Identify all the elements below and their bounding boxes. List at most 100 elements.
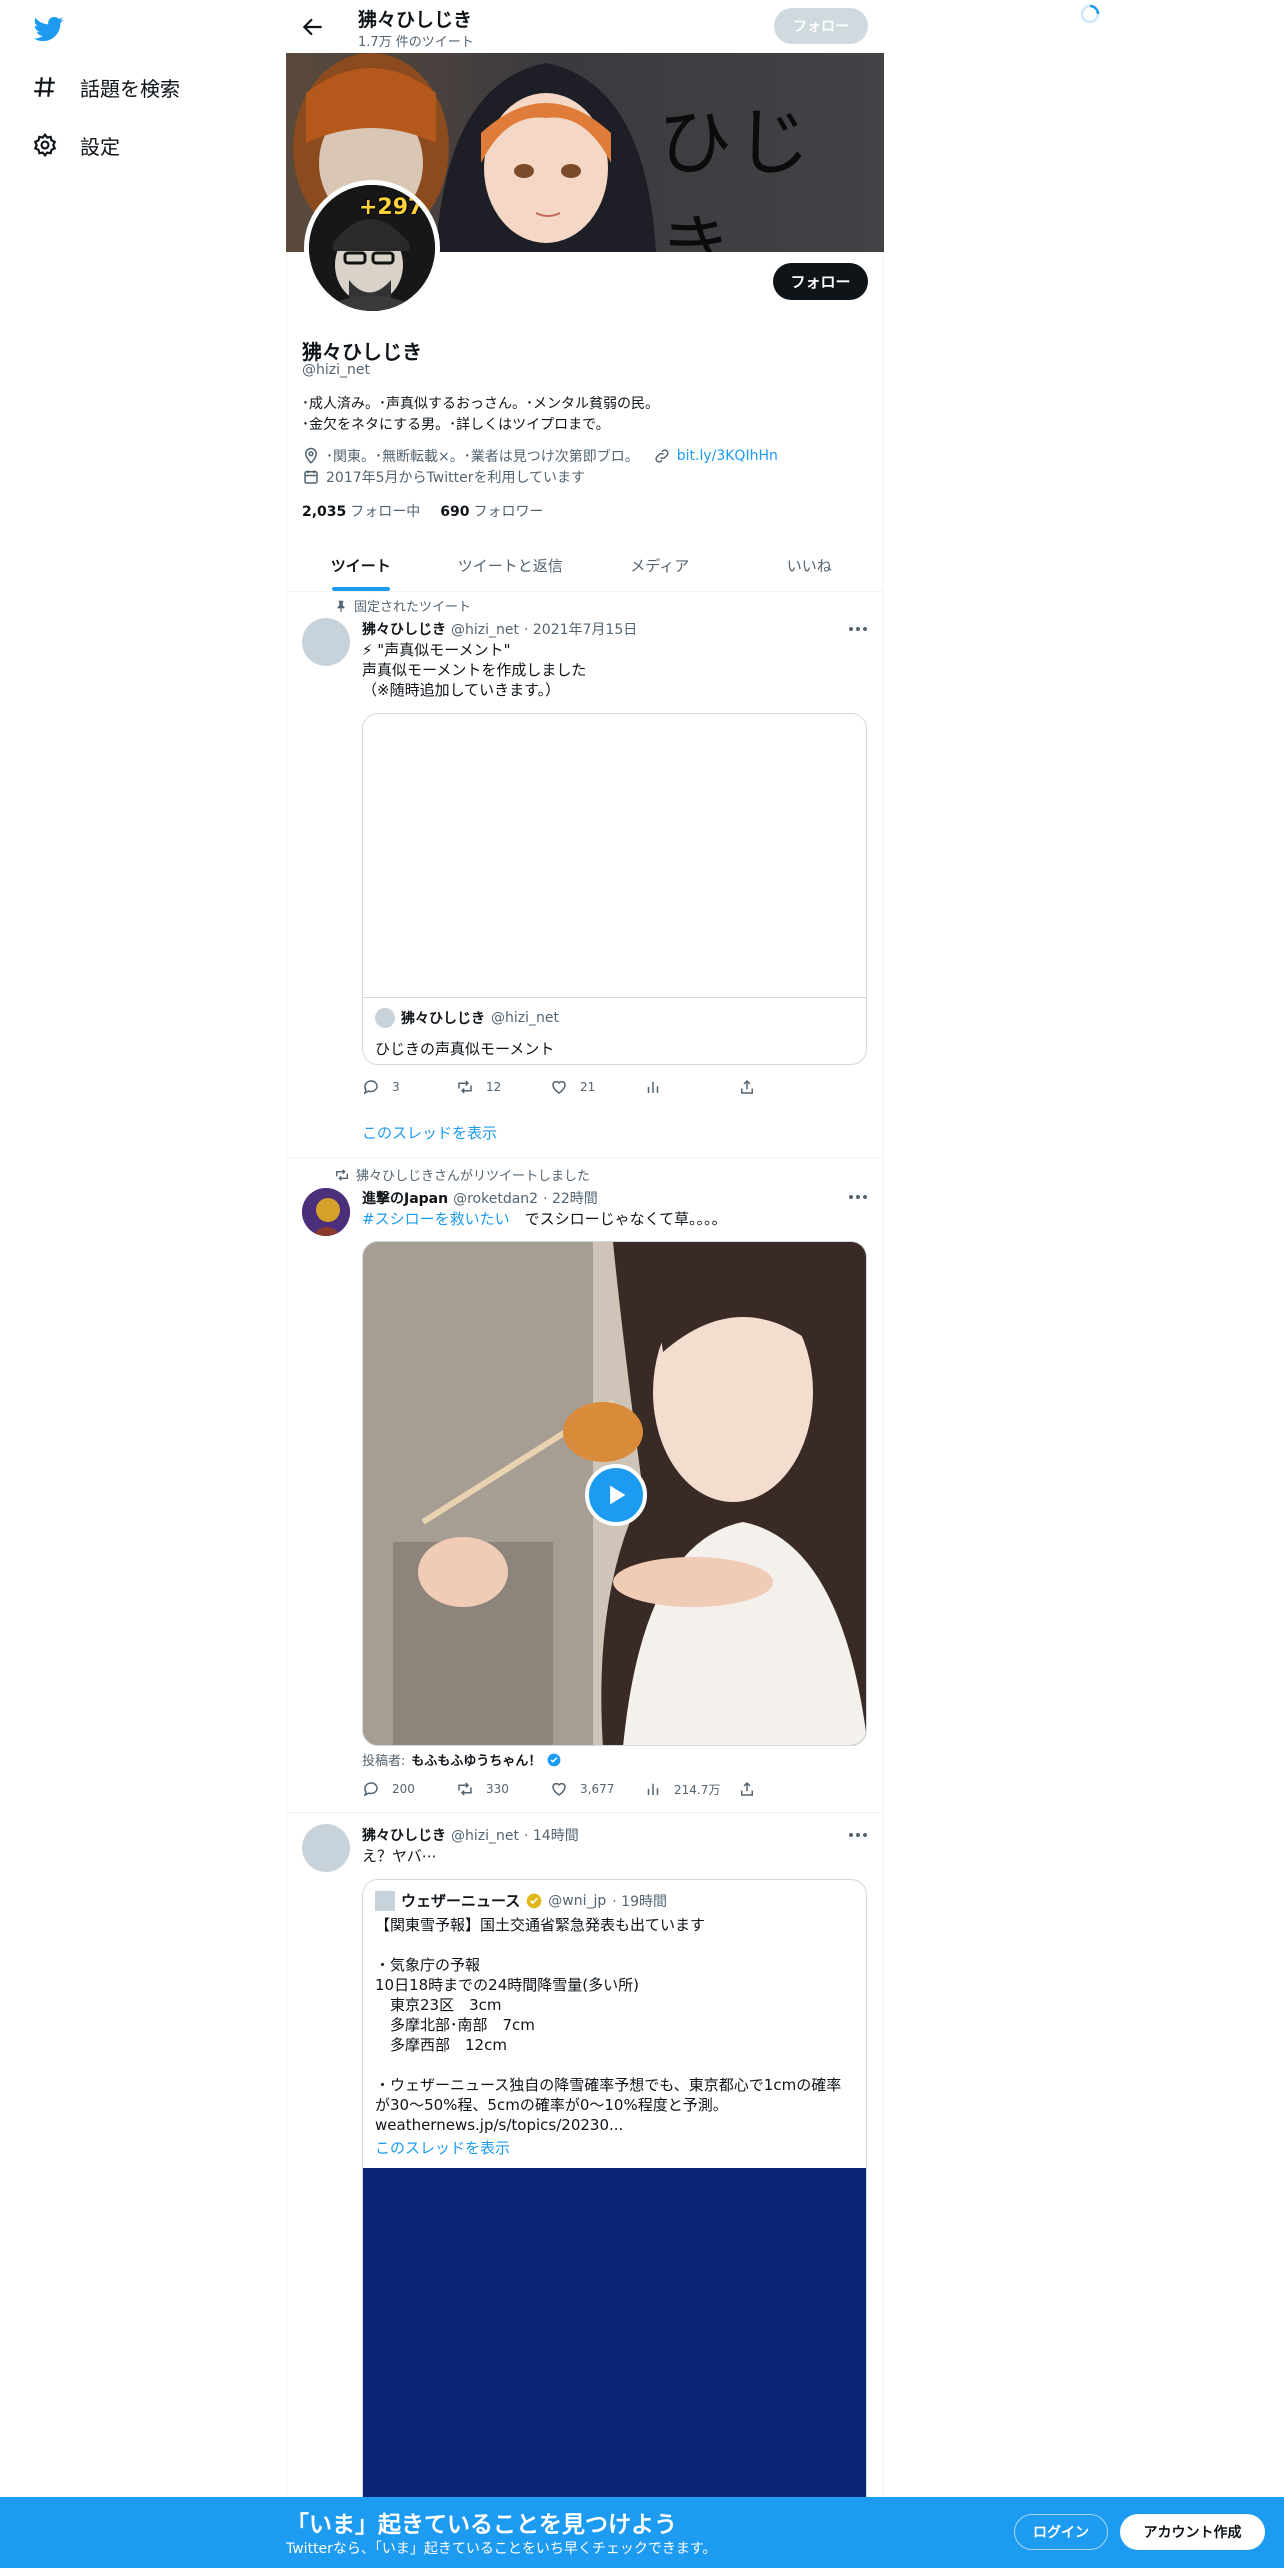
nav-explore[interactable]: 話題を検索: [32, 67, 180, 107]
tweet-author-name[interactable]: 狒々ひしじき: [362, 619, 446, 639]
quote-tweet[interactable]: ウェザーニュース @wni_jp · 19時間 【関東雪予報】国土交通省緊急発表…: [362, 1879, 867, 2519]
tweet-time[interactable]: · 22時間: [543, 1188, 598, 1208]
signup-banner-title: 「いま」起きていることを見つけよう: [286, 2512, 677, 2538]
nav-explore-label: 話題を検索: [80, 76, 180, 101]
tweet-text: #スシローを救いたい でスシローじゃなくて草。。。。: [362, 1210, 727, 1228]
video-poster: 投稿者: もふもふゆうちゃん！: [362, 1750, 561, 1769]
share-icon: [741, 1079, 753, 1094]
gold-verified-badge-icon: [526, 1893, 542, 1908]
pinned-label: 固定されたツイート: [334, 596, 471, 615]
back-arrow-icon[interactable]: [300, 14, 326, 40]
moment-card-avatar: [375, 1008, 395, 1028]
quote-text: 【関東雪予報】国土交通省緊急発表も出ています ・気象庁の予報 10日18時までの…: [375, 1916, 842, 2134]
reply-icon: [363, 1080, 378, 1095]
tweet-video[interactable]: [362, 1241, 867, 1746]
like-button[interactable]: 3,677: [550, 1780, 644, 1798]
login-button[interactable]: ログイン: [1014, 2514, 1108, 2550]
profile-handle: @hizi_net: [302, 362, 370, 378]
profile-location: ･関東。･無断転載×。･業者は見つけ次第即ブロ。: [326, 449, 639, 465]
share-button[interactable]: [738, 1078, 832, 1096]
retweet-button[interactable]: 330: [456, 1780, 550, 1798]
retweet-icon: [458, 1782, 472, 1796]
twitter-logo-icon[interactable]: [32, 14, 66, 44]
tweet-author-handle[interactable]: @roketdan2: [453, 1191, 538, 1207]
divider: [286, 1812, 884, 1813]
retweet-icon: [336, 1168, 348, 1181]
analytics-icon: [647, 1783, 659, 1795]
tweet-text: え？ヤバ⋯: [362, 1847, 437, 1865]
location-pin-icon: [304, 447, 318, 464]
header-follow-button[interactable]: フォロー: [774, 8, 868, 44]
share-icon: [741, 1781, 753, 1796]
tab-media[interactable]: メディア: [585, 540, 735, 591]
profile-tabs: ツイート ツイートと返信 メディア いいね: [286, 540, 884, 592]
profile-bio: ･成人済み。･声真似するおっさん。･メンタル貧弱の民。 ･金欠をネタにする男。･…: [302, 396, 659, 433]
retweet-button[interactable]: 12: [456, 1078, 550, 1096]
poster-name[interactable]: もふもふゆうちゃん！: [411, 1750, 541, 1769]
analytics-button[interactable]: 214.7万: [644, 1780, 738, 1798]
tweet-author-handle[interactable]: @hizi_net: [451, 622, 519, 638]
show-thread-link[interactable]: このスレッドを表示: [362, 1122, 497, 1143]
profile-name: 狒々ひしじき: [302, 340, 422, 364]
tweet-author-handle[interactable]: @hizi_net: [451, 1828, 519, 1844]
tweet-author-name[interactable]: 狒々ひしじき: [362, 1825, 446, 1845]
avatar-badge: +297: [359, 195, 424, 220]
loading-spinner-icon: [1080, 4, 1100, 24]
tweet-header: 狒々ひしじき @hizi_net · 14時間: [362, 1825, 579, 1845]
gear-icon: [33, 132, 57, 158]
tweet-time[interactable]: · 2021年7月15日: [524, 619, 637, 639]
reply-button[interactable]: 200: [362, 1780, 456, 1798]
tweet-avatar[interactable]: [302, 1188, 350, 1236]
share-button[interactable]: [738, 1780, 832, 1798]
profile-avatar[interactable]: +297: [304, 180, 440, 316]
analytics-button[interactable]: [644, 1078, 738, 1096]
quote-header: ウェザーニュース @wni_jp · 19時間: [363, 1880, 866, 1911]
tweet-header: 狒々ひしじき @hizi_net · 2021年7月15日: [362, 619, 637, 639]
heart-icon: [552, 1782, 566, 1796]
reply-icon: [363, 1782, 378, 1797]
quote-media-image[interactable]: [363, 2168, 866, 2518]
followers-stat[interactable]: 690 フォロワー: [440, 501, 543, 521]
moment-card-image: [363, 714, 866, 998]
more-options-icon[interactable]: [848, 1832, 868, 1838]
header-tweet-count: 1.7万 件のツイート: [358, 35, 474, 50]
quote-author-name[interactable]: ウェザーニュース: [401, 1890, 520, 1911]
following-stat[interactable]: 2,035 フォロー中: [302, 501, 420, 521]
quote-avatar: [375, 1890, 395, 1911]
nav-settings-label: 設定: [80, 134, 120, 159]
tweet-avatar[interactable]: [302, 618, 350, 666]
tab-tweets-replies[interactable]: ツイートと返信: [436, 540, 586, 591]
tweet-time[interactable]: · 14時間: [524, 1825, 579, 1845]
reply-button[interactable]: 3: [362, 1078, 456, 1096]
signup-banner-subtitle: Twitterなら、「いま」起きていることをいち早くチェックできます。: [286, 2541, 717, 2557]
like-button[interactable]: 21: [550, 1078, 644, 1096]
header-name: 狒々ひしじき: [358, 9, 473, 31]
tweet-actions: 200 330 3,677 214.7万: [362, 1780, 832, 1798]
profile-stats: 2,035 フォロー中 690 フォロワー: [302, 501, 544, 521]
tweet-author-name[interactable]: 進撃のJapan: [362, 1188, 448, 1208]
quote-time: · 19時間: [612, 1893, 667, 1910]
nav-settings[interactable]: 設定: [32, 125, 120, 165]
quote-show-thread-link[interactable]: このスレッドを表示: [363, 2135, 866, 2168]
profile-url-link[interactable]: bit.ly/3KQIhHn: [677, 448, 778, 464]
verified-badge-icon: [547, 1753, 561, 1766]
moment-card-title: ひじきの声真似モーメント: [375, 1040, 555, 1058]
play-icon[interactable]: [585, 1464, 647, 1526]
follow-button[interactable]: フォロー: [773, 263, 868, 300]
link-icon: [655, 449, 669, 463]
moment-card[interactable]: 狒々ひしじき @hizi_net ひじきの声真似モーメント: [362, 713, 867, 1065]
analytics-icon: [647, 1081, 659, 1093]
more-options-icon[interactable]: [848, 1194, 868, 1200]
hashtag-link[interactable]: #スシローを救いたい: [362, 1210, 510, 1228]
tab-likes[interactable]: いいね: [735, 540, 885, 591]
tweet-text: ⚡ "声真似モーメント" 声真似モーメントを作成しました （※随時追加していきま…: [362, 641, 587, 699]
pin-icon: [337, 600, 345, 612]
signup-button[interactable]: アカウント作成: [1120, 2514, 1265, 2550]
quote-author-handle[interactable]: @wni_jp: [548, 1893, 606, 1909]
divider: [286, 1157, 884, 1158]
tab-tweets[interactable]: ツイート: [286, 540, 436, 591]
tweet-avatar[interactable]: [302, 1824, 350, 1872]
profile-joined-row: 2017年5月からTwitterを利用しています: [302, 467, 585, 487]
more-options-icon[interactable]: [848, 626, 868, 632]
tweet-header: 進撃のJapan @roketdan2 · 22時間: [362, 1188, 598, 1208]
